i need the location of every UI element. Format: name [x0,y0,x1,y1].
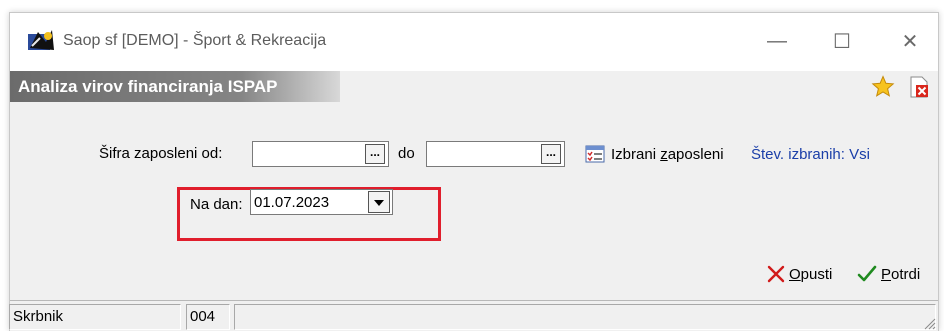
employee-from-label: Šifra zaposleni od: [99,145,223,162]
selected-count-text: Štev. izbranih: Vsi [751,146,870,163]
app-window: Saop sf [DEMO] - Šport & Rekreacija — ☐ … [9,12,939,331]
date-value: 01.07.2023 [254,194,330,211]
cancel-icon [767,265,785,283]
employee-to-field[interactable]: ... [426,141,565,167]
selected-employees-label: Izbrani zaposleni [611,145,724,163]
date-label: Na dan: [190,196,243,213]
status-extra [234,304,936,330]
employee-from-field[interactable]: ... [252,141,389,167]
maximize-button[interactable]: ☐ [822,23,862,59]
app-logo-icon [28,30,54,50]
window-title: Saop sf [DEMO] - Šport & Rekreacija [63,32,327,49]
form-title: Analiza virov financiranja ISPAP [10,71,340,102]
selected-employees-button[interactable]: Izbrani zaposleni [585,143,724,165]
date-select[interactable]: 01.07.2023 [250,189,393,215]
minimize-icon: — [767,29,787,52]
employee-from-lookup-button[interactable]: ... [365,144,385,164]
minimize-button[interactable]: — [757,23,797,59]
checklist-icon [585,145,605,163]
resize-grip-icon[interactable] [922,316,936,330]
cancel-button[interactable]: Opusti [767,265,832,283]
star-icon[interactable] [871,75,895,99]
form-header: Analiza virov financiranja ISPAP [10,71,938,102]
checkmark-icon [857,265,877,282]
status-bar: Skrbnik 004 [9,300,938,331]
document-close-icon[interactable] [909,76,929,98]
cancel-label: Opusti [789,265,833,283]
status-user: Skrbnik [9,304,181,330]
status-code: 004 [186,304,230,330]
confirm-label: Potrdi [881,265,921,283]
to-label: do [398,145,415,162]
chevron-down-icon[interactable] [368,191,390,213]
maximize-icon: ☐ [833,30,851,53]
title-bar[interactable]: Saop sf [DEMO] - Šport & Rekreacija — ☐ … [10,13,938,71]
confirm-button[interactable]: Potrdi [857,265,920,283]
close-button[interactable]: ✕ [890,23,930,59]
employee-to-lookup-button[interactable]: ... [541,144,561,164]
close-icon: ✕ [901,30,919,53]
